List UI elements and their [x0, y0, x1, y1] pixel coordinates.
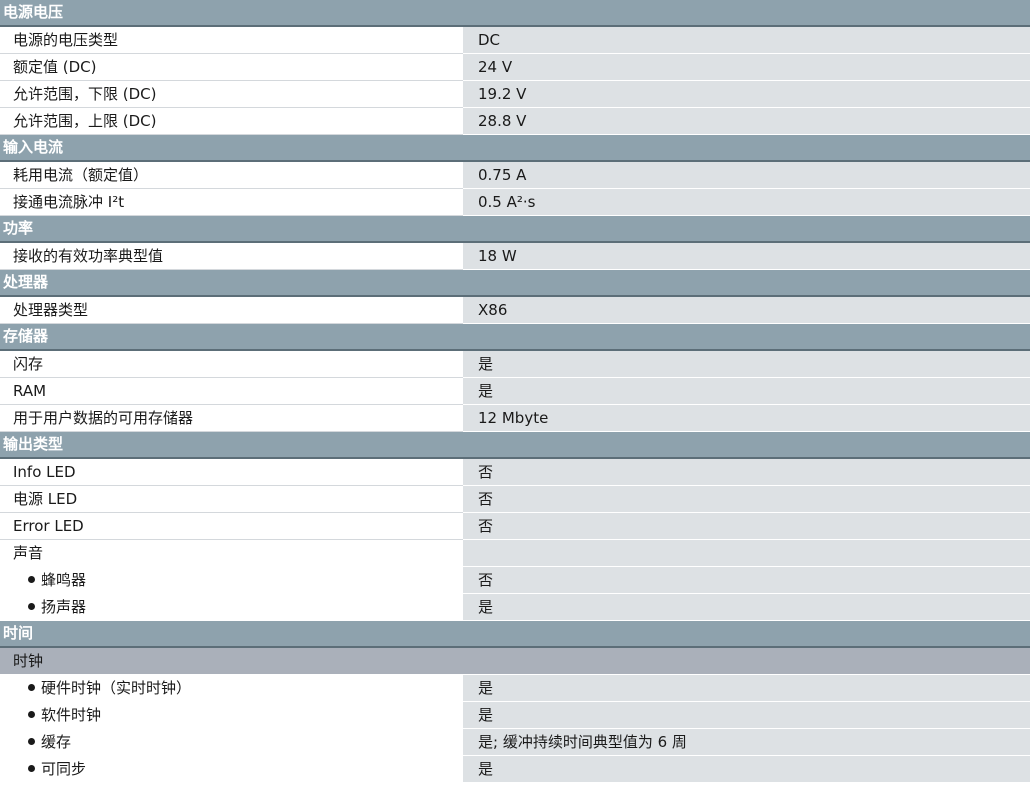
row-label: 接通电流脉冲 I²t [0, 189, 463, 216]
table-row: 允许范围，下限 (DC) 19.2 V [0, 81, 1030, 108]
bullet-icon [28, 711, 35, 718]
row-value: DC [463, 27, 1030, 54]
table-row: Error LED 否 [0, 513, 1030, 540]
table-row: 蜂鸣器 否 [0, 567, 1030, 594]
row-value: 18 W [463, 243, 1030, 270]
row-label-text: 可同步 [41, 760, 87, 778]
table-row: 声音 [0, 540, 1030, 567]
row-value: 24 V [463, 54, 1030, 81]
table-row: 电源的电压类型 DC [0, 27, 1030, 54]
section-header-time: 时间 [0, 621, 1030, 648]
row-label: Error LED [0, 513, 463, 540]
table-row: 闪存 是 [0, 351, 1030, 378]
section-header-output-type: 输出类型 [0, 432, 1030, 459]
row-value [463, 540, 1030, 567]
bullet-icon [28, 603, 35, 610]
section-header-power: 功率 [0, 216, 1030, 243]
row-label: 扬声器 [0, 594, 463, 621]
row-label-text: 缓存 [41, 733, 72, 751]
row-label: 允许范围，下限 (DC) [0, 81, 463, 108]
row-value: 是 [463, 756, 1030, 783]
row-label: 处理器类型 [0, 297, 463, 324]
table-row: Info LED 否 [0, 459, 1030, 486]
row-label: 声音 [0, 540, 463, 567]
row-value: 0.75 A [463, 162, 1030, 189]
section-header-memory: 存储器 [0, 324, 1030, 351]
table-row: 缓存 是; 缓冲持续时间典型值为 6 周 [0, 729, 1030, 756]
row-value: 否 [463, 486, 1030, 513]
table-row: 硬件时钟（实时时钟） 是 [0, 675, 1030, 702]
row-label: 缓存 [0, 729, 463, 756]
row-value: 是 [463, 351, 1030, 378]
row-label: 电源 LED [0, 486, 463, 513]
subsection-header-clock: 时钟 [0, 648, 1030, 675]
table-row: 处理器类型 X86 [0, 297, 1030, 324]
row-label: 闪存 [0, 351, 463, 378]
section-header-processor: 处理器 [0, 270, 1030, 297]
row-value: 是 [463, 378, 1030, 405]
table-row: 电源 LED 否 [0, 486, 1030, 513]
row-label: 蜂鸣器 [0, 567, 463, 594]
row-label-text: 蜂鸣器 [41, 571, 87, 589]
table-row: 用于用户数据的可用存储器 12 Mbyte [0, 405, 1030, 432]
table-row: 接收的有效功率典型值 18 W [0, 243, 1030, 270]
bullet-icon [28, 765, 35, 772]
row-label: RAM [0, 378, 463, 405]
row-label: 硬件时钟（实时时钟） [0, 675, 463, 702]
table-row: 耗用电流（额定值） 0.75 A [0, 162, 1030, 189]
row-value: 是; 缓冲持续时间典型值为 6 周 [463, 729, 1030, 756]
row-label-text: 硬件时钟（实时时钟） [41, 679, 192, 697]
row-value: X86 [463, 297, 1030, 324]
row-label: 用于用户数据的可用存储器 [0, 405, 463, 432]
row-label: 允许范围，上限 (DC) [0, 108, 463, 135]
row-label: 额定值 (DC) [0, 54, 463, 81]
row-label: Info LED [0, 459, 463, 486]
table-row: 可同步 是 [0, 756, 1030, 783]
row-value: 是 [463, 675, 1030, 702]
row-label-text: 扬声器 [41, 598, 87, 616]
bullet-icon [28, 684, 35, 691]
table-row: 接通电流脉冲 I²t 0.5 A²·s [0, 189, 1030, 216]
section-header-input-current: 输入电流 [0, 135, 1030, 162]
row-value: 28.8 V [463, 108, 1030, 135]
row-value: 否 [463, 513, 1030, 540]
row-value: 是 [463, 594, 1030, 621]
table-row: 软件时钟 是 [0, 702, 1030, 729]
table-row: 允许范围，上限 (DC) 28.8 V [0, 108, 1030, 135]
section-header-power-supply: 电源电压 [0, 0, 1030, 27]
row-value: 0.5 A²·s [463, 189, 1030, 216]
row-value: 19.2 V [463, 81, 1030, 108]
row-label: 可同步 [0, 756, 463, 783]
spec-table: 电源电压 电源的电压类型 DC 额定值 (DC) 24 V 允许范围，下限 (D… [0, 0, 1030, 783]
bullet-icon [28, 576, 35, 583]
row-label: 软件时钟 [0, 702, 463, 729]
row-label: 电源的电压类型 [0, 27, 463, 54]
row-value: 12 Mbyte [463, 405, 1030, 432]
row-label: 耗用电流（额定值） [0, 162, 463, 189]
table-row: RAM 是 [0, 378, 1030, 405]
row-label-text: 软件时钟 [41, 706, 102, 724]
row-value: 是 [463, 702, 1030, 729]
table-row: 扬声器 是 [0, 594, 1030, 621]
table-row: 额定值 (DC) 24 V [0, 54, 1030, 81]
row-value: 否 [463, 567, 1030, 594]
row-label: 接收的有效功率典型值 [0, 243, 463, 270]
bullet-icon [28, 738, 35, 745]
row-value: 否 [463, 459, 1030, 486]
